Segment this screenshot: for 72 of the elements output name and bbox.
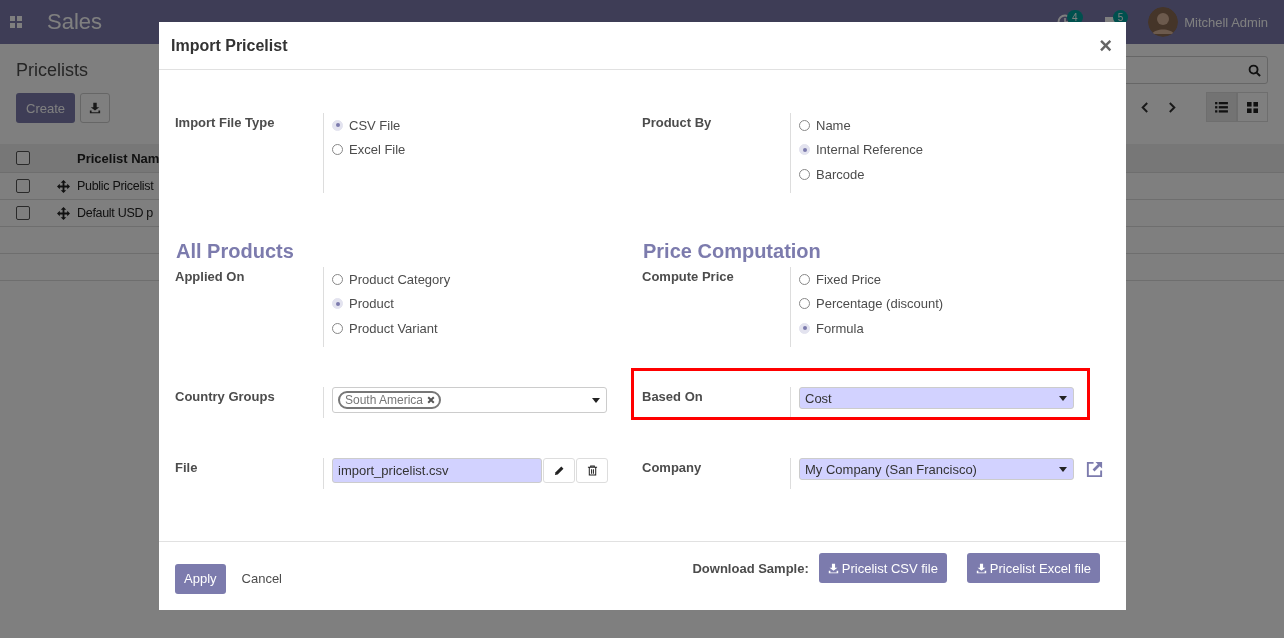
caret-icon: [592, 397, 600, 403]
select-field[interactable]: Cost: [799, 387, 1074, 409]
radio-button[interactable]: [332, 144, 343, 156]
cancel-button[interactable]: Cancel: [233, 571, 290, 586]
grid-icon: [1247, 101, 1258, 113]
download-sample-button[interactable]: Pricelist Excel file: [966, 553, 1100, 583]
caret-icon: [1059, 395, 1067, 401]
radio-label[interactable]: Excel File: [349, 142, 406, 158]
checkbox[interactable]: [16, 179, 30, 193]
previous-page-icon[interactable]: [1140, 100, 1149, 114]
trash-icon: [586, 465, 598, 476]
file-field[interactable]: import_pricelist.csv: [332, 458, 542, 483]
field-label: Based On: [642, 388, 704, 404]
avatar-icon: [1148, 7, 1179, 37]
list-icon: [1215, 101, 1228, 113]
page-title: Pricelists: [16, 60, 89, 81]
close-button[interactable]: ×: [1097, 34, 1114, 57]
radio-label[interactable]: Formula: [816, 320, 864, 336]
checkbox[interactable]: [16, 206, 30, 220]
tag: South America: [338, 391, 442, 409]
section-heading: All Products: [176, 240, 295, 263]
delete-button[interactable]: [576, 458, 608, 483]
radio-button[interactable]: [332, 322, 343, 334]
radio-label[interactable]: Name: [816, 117, 851, 133]
column-header[interactable]: Pricelist Nam: [77, 150, 160, 166]
move-handle-icon[interactable]: [57, 179, 70, 193]
download-button[interactable]: [80, 93, 111, 123]
field-label: Import File Type: [175, 114, 276, 130]
dialog-title: Import Pricelist: [171, 36, 288, 55]
radio-button[interactable]: [799, 298, 810, 310]
radio-label[interactable]: Barcode: [816, 166, 865, 182]
download-sample-label: Download Sample:: [692, 560, 809, 576]
select-field[interactable]: My Company (San Francisco): [799, 458, 1074, 480]
table-cell: Default USD p: [77, 206, 153, 220]
table-cell: Public Pricelist: [77, 179, 154, 193]
checkbox[interactable]: [16, 151, 30, 165]
app-title: Sales: [47, 9, 103, 35]
download-icon: [827, 562, 839, 574]
remove-icon[interactable]: [427, 396, 436, 404]
radio-label[interactable]: Percentage (discount): [816, 296, 944, 312]
pencil-icon: [553, 465, 565, 476]
radio-label[interactable]: Fixed Price: [816, 271, 882, 287]
download-icon: [975, 562, 987, 574]
field-label: Applied On: [175, 268, 246, 284]
download-icon: [89, 102, 102, 114]
list-view-button[interactable]: [1206, 92, 1237, 122]
apps-grid-icon[interactable]: [10, 16, 22, 28]
field-label: Country Groups: [175, 388, 276, 404]
external-link-icon[interactable]: [1085, 459, 1104, 479]
radio-label[interactable]: Product Variant: [349, 320, 438, 336]
radio-label[interactable]: Internal Reference: [816, 142, 923, 158]
download-sample-button[interactable]: Pricelist CSV file: [818, 553, 947, 583]
caret-icon: [1059, 466, 1067, 472]
radio-label[interactable]: CSV File: [349, 117, 401, 133]
tags-field[interactable]: South America: [332, 387, 607, 413]
radio-button[interactable]: [799, 168, 810, 180]
section-heading: Price Computation: [643, 240, 822, 263]
radio-label[interactable]: Product: [349, 296, 394, 312]
radio-label[interactable]: Product Category: [349, 271, 451, 287]
move-handle-icon[interactable]: [57, 206, 70, 220]
field-label: Company: [642, 459, 703, 475]
radio-button[interactable]: [799, 119, 810, 131]
kanban-view-button[interactable]: [1237, 92, 1268, 122]
next-page-icon[interactable]: [1168, 100, 1177, 114]
apply-button[interactable]: Apply: [175, 563, 226, 594]
search-icon: [1248, 63, 1261, 77]
field-label: Compute Price: [642, 268, 735, 284]
edit-button[interactable]: [543, 458, 575, 483]
field-label: File: [175, 459, 199, 475]
field-label: Product By: [642, 114, 713, 130]
radio-button[interactable]: [332, 273, 343, 285]
radio-button[interactable]: [799, 273, 810, 285]
